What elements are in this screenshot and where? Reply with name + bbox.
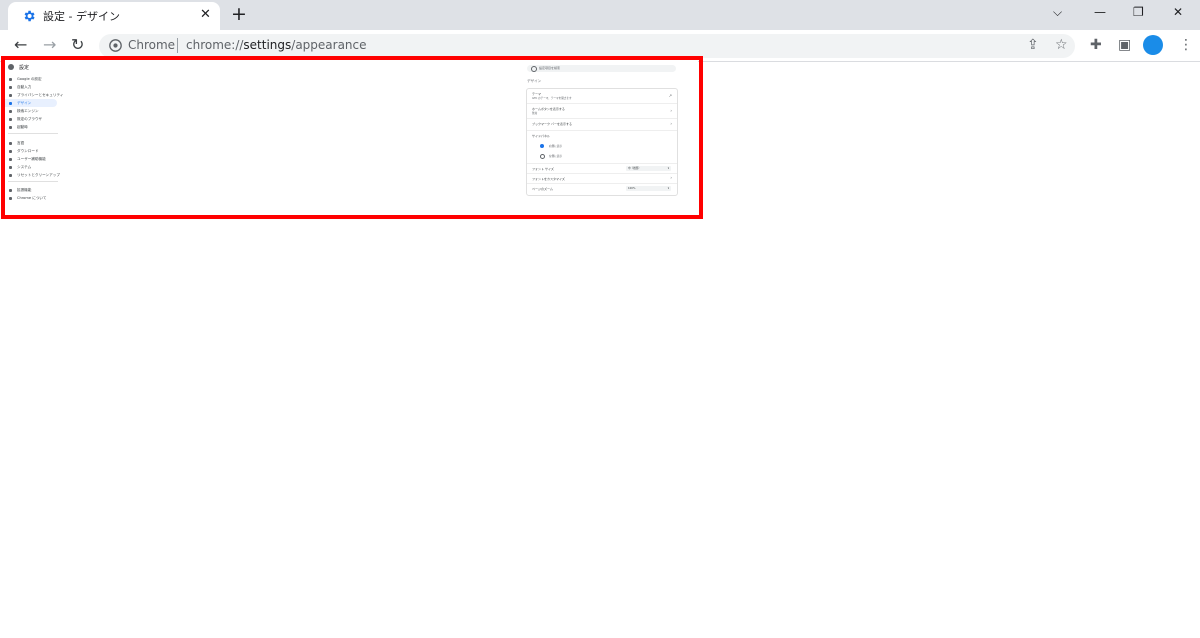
- search-placeholder: 設定項目を検索: [539, 66, 561, 70]
- sidebar-item-label: ユーザー補助機能: [17, 157, 46, 161]
- reset-icon: [9, 173, 12, 177]
- address-bar[interactable]: Chrome chrome://settings/appearance: [99, 34, 1075, 58]
- autofill-icon: [9, 85, 12, 89]
- palette-icon: [9, 101, 12, 105]
- side-panel-label: サイドパネル: [532, 134, 551, 138]
- wrench-icon: [9, 165, 12, 169]
- globe-icon: [9, 141, 12, 145]
- reload-button[interactable]: ↻: [71, 36, 84, 54]
- url-text: chrome://settings/appearance: [186, 38, 367, 52]
- restore-button[interactable]: ❐: [1133, 5, 1144, 19]
- search-icon: [9, 109, 12, 113]
- sidebar-item-label: システム: [17, 165, 32, 169]
- chevron-right-icon: ›: [670, 121, 672, 126]
- sidebar-item[interactable]: プライバシーとセキュリティ: [4, 91, 63, 99]
- sidebar-item[interactable]: システム: [4, 163, 57, 171]
- sidebar-item[interactable]: ダウンロード: [4, 147, 57, 155]
- theme-sublabel: GTK のテーマ、テーマを開きます: [532, 97, 572, 100]
- sidebar-item-label: リセットとクリーンアップ: [17, 173, 60, 177]
- sidebar-item[interactable]: 検索エンジン: [4, 107, 57, 115]
- new-tab-button[interactable]: +: [231, 4, 247, 24]
- back-button[interactable]: ←: [14, 36, 27, 54]
- extension-icon: [9, 188, 12, 192]
- sidebar-item[interactable]: 自動入力: [4, 83, 57, 91]
- sidebar-item[interactable]: 拡張機能: [4, 186, 57, 194]
- accessibility-icon: [9, 157, 12, 161]
- share-icon[interactable]: ⇪: [1027, 37, 1039, 53]
- sidebar-item-label: Google の設定: [17, 77, 42, 81]
- power-icon: [9, 125, 12, 129]
- sidebar-item[interactable]: ユーザー補助機能: [4, 155, 57, 163]
- kebab-menu-icon[interactable]: ⋮: [1179, 37, 1193, 53]
- radio-right-selected[interactable]: [540, 144, 544, 148]
- search-icon: [531, 66, 537, 72]
- page-zoom-select[interactable]: 100% ▾: [626, 186, 671, 191]
- page-zoom-label: ページのズーム: [532, 187, 553, 191]
- close-window-button[interactable]: ✕: [1173, 5, 1183, 19]
- tab-strip: 設定 - デザイン ✕ + ⌵ — ❐ ✕: [0, 0, 1200, 30]
- sidebar-item-label: 拡張機能: [17, 188, 32, 192]
- home-button-sublabel: 無効: [532, 112, 538, 115]
- side-left-label: 左側に表示: [549, 155, 562, 158]
- omnibox-separator: [177, 38, 178, 53]
- close-icon[interactable]: ✕: [200, 7, 211, 23]
- sidebar-divider: [8, 133, 58, 134]
- sidebar-item[interactable]: デザイン: [4, 99, 57, 107]
- font-size-select[interactable]: 中（推奨） ▾: [626, 166, 671, 171]
- side-panel-row: サイドパネル 右側に表示 左側に表示: [527, 130, 677, 164]
- sidebar-item[interactable]: Google の設定: [4, 75, 57, 83]
- font-size-label: フォント サイズ: [532, 167, 554, 171]
- tab-title: 設定 - デザイン: [43, 10, 120, 23]
- chevron-right-icon: ›: [670, 108, 672, 113]
- sidebar-item[interactable]: 起動時: [4, 123, 57, 131]
- site-chip: Chrome: [128, 38, 176, 52]
- sidebar-item[interactable]: リセットとクリーンアップ: [4, 171, 60, 179]
- appearance-card: テーマ GTK のテーマ、テーマを開きます ↗ ホームボタンを表示する 無効 ›…: [526, 88, 678, 196]
- avatar[interactable]: [1143, 35, 1163, 55]
- sidebar-item-label: 検索エンジン: [17, 109, 39, 113]
- sidebar-item[interactable]: 言語: [4, 139, 57, 147]
- chrome-icon: [9, 196, 12, 200]
- sidebar-item-label: Chrome について: [17, 196, 47, 200]
- sidebar-item-label: デザイン: [17, 101, 32, 105]
- sidebar-item-label: ダウンロード: [17, 149, 39, 153]
- person-icon: [9, 77, 12, 81]
- open-external-icon: ↗: [668, 93, 672, 98]
- bookmarks-bar-label: ブックマーク バーを表示する: [532, 122, 572, 126]
- customize-fonts-label: フォントをカスタマイズ: [532, 177, 565, 181]
- side-panel-icon[interactable]: ▣: [1118, 37, 1131, 53]
- sidebar-divider: [8, 181, 58, 182]
- settings-search-input[interactable]: 設定項目を検索: [527, 65, 676, 72]
- chrome-icon: [109, 39, 122, 52]
- radio-left[interactable]: [540, 154, 545, 159]
- sidebar-item-label: 自動入力: [17, 85, 32, 89]
- settings-screenshot: 設定 Google の設定 自動入力 プライバシーとセキュリティ デザイン 検索エンジン…: [4, 58, 698, 214]
- sidebar-item-label: 既定のブラウザ: [17, 117, 43, 121]
- page-zoom-row: ページのズーム 100% ▾: [527, 183, 677, 195]
- gear-icon: [24, 10, 35, 22]
- sidebar-item-label: 言語: [17, 141, 25, 145]
- settings-logo-icon: [8, 64, 14, 70]
- home-button-row[interactable]: ホームボタンを表示する 無効 ›: [527, 103, 677, 119]
- download-icon: [9, 149, 12, 153]
- browser-icon: [9, 117, 12, 121]
- section-title: デザイン: [527, 79, 542, 83]
- sidebar-item[interactable]: 既定のブラウザ: [4, 115, 57, 123]
- shield-icon: [9, 93, 12, 97]
- extensions-icon[interactable]: ✚: [1090, 37, 1102, 53]
- sidebar-item[interactable]: Chrome について: [4, 194, 57, 202]
- chevron-right-icon: ›: [670, 175, 672, 180]
- sidebar-item-label: プライバシーとセキュリティ: [17, 93, 64, 97]
- side-right-label: 右側に表示: [549, 145, 562, 148]
- forward-button[interactable]: →: [43, 36, 56, 54]
- settings-title: 設定: [19, 65, 30, 71]
- bookmark-star-icon[interactable]: ☆: [1055, 37, 1068, 53]
- tab-search-icon[interactable]: ⌵: [1053, 5, 1062, 19]
- theme-row[interactable]: テーマ GTK のテーマ、テーマを開きます ↗: [527, 89, 677, 103]
- minimize-button[interactable]: —: [1094, 5, 1106, 19]
- tab-settings[interactable]: 設定 - デザイン ✕: [8, 2, 220, 30]
- sidebar-item-label: 起動時: [17, 125, 28, 129]
